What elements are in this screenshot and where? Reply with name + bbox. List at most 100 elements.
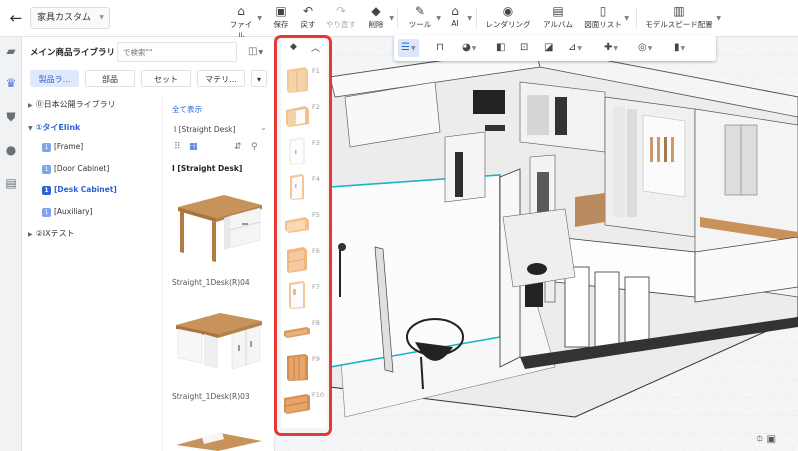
paint-roller-icon[interactable]: ⊓ [436,41,444,55]
redo-icon: ↷ [335,4,347,18]
tree-item-japan-public-library[interactable]: ▶ ⓪日本公開ライブラリ [28,99,116,110]
user-icon[interactable]: ● [3,142,19,158]
caret-icon: ▼ [467,15,472,22]
globe-icon[interactable]: ◕▼ [462,41,476,55]
back-arrow-icon[interactable]: ← [8,9,24,27]
speed-layout-icon: ▥ [673,4,685,18]
model-speed-layout-label: モデルスピード配置 [645,20,713,29]
library-search-input[interactable] [117,42,237,62]
tab-sets[interactable]: セット [141,70,191,87]
save-button[interactable]: ▣ 保存 [270,4,292,34]
list-view-icon[interactable]: ☰▼ [398,39,419,57]
tabs-more-button[interactable]: ▾ [251,70,267,87]
tool-menu-button[interactable]: ✎ ツール ▼ [406,4,441,34]
crown-icon[interactable]: ♛ [3,75,19,91]
subitem-label: [Frame] [54,142,84,151]
tree-subitem-frame[interactable]: 1 [Frame] [42,142,83,152]
tree-subitem-door-cabinet[interactable]: 1 [Door Cabinet] [42,164,109,174]
divider [636,9,637,29]
left-icon-rail: ▰ ♛ ⛊ ● ▤ [0,37,22,451]
file-menu-button[interactable]: ⌂ ファイル ▼ [227,4,262,40]
tab-product-library[interactable]: 製品ラ... [30,70,79,87]
caret-icon: ▼ [257,15,262,22]
puzzle-icon[interactable]: ✚▼ [604,41,618,55]
view-toggle-icon[interactable]: ◫▼ [248,45,264,59]
product-name[interactable]: Straight_1Desk(R)04 [172,278,250,287]
tool-label: ツール [408,20,432,29]
tree-subitem-desk-cabinet[interactable]: 1 [Desk Cabinet] [42,185,117,195]
product-thumbnail[interactable] [172,303,267,383]
ai-icon: ⌂ [451,4,459,18]
drawing-list-button[interactable]: ▯ 図面リスト ▼ [584,4,629,34]
wrench-icon: ✎ [414,4,426,18]
document-selector[interactable]: 家具カスタム ▼ [30,7,110,29]
category-filter[interactable]: Ⅰ [Straight Desk] [174,125,235,134]
model-speed-layout-button[interactable]: ▥ モデルスピード配置 ▼ [644,4,721,34]
rendering-button[interactable]: ◉ レンダリング [484,4,532,34]
view-toolbar: ☰▼ ⊓ ◕▼ ◧ ⊡ ◪ ⊿▼ ✚▼ ◎▼ ▮▼ [394,35,716,61]
subitem-label: [Desk Cabinet] [54,185,117,194]
album-icon: ▤ [552,4,564,18]
highlight-box [274,35,332,436]
show-all-link[interactable]: 全て表示 [172,104,202,115]
undo-button[interactable]: ↶ 戻す [297,4,319,34]
rendering-label: レンダリング [485,20,531,29]
tree-label: ②IXテスト [35,229,75,238]
shield-icon[interactable]: ⛊ [3,109,19,125]
sort-icon[interactable]: ⇵ [234,142,242,152]
tree-label: ①タイElink [35,123,81,132]
floorplan-3d-render [275,37,798,451]
library-title: メイン商品ライブラリ [30,48,116,58]
album-button[interactable]: ▤ アルバム [542,4,574,34]
divider [476,9,477,29]
book-icon[interactable]: ◧ [496,41,505,55]
divider [162,94,163,451]
item-badge: 1 [42,207,51,217]
album-label: アルバム [543,20,573,29]
eraser-icon: ◆ [371,4,381,18]
redo-label: やり直す [326,20,356,29]
top-toolbar: ← 家具カスタム ▼ ⌂ ファイル ▼ ▣ 保存 ↶ 戻す ↷ やり直す ◆ 削… [0,0,798,40]
tab-materials[interactable]: マテリ... [197,70,245,87]
save-icon: ▣ [275,4,287,18]
caret-icon: ▼ [716,15,721,22]
material-icon[interactable]: ◪ [544,41,553,55]
chevron-down-icon: ▼ [99,14,104,21]
cube-view-icon[interactable]: ⯐ ▣ [756,432,776,449]
product-thumbnail[interactable] [172,427,267,451]
delete-label: 削除 [368,20,384,29]
item-badge: 1 [42,164,51,174]
redo-button[interactable]: ↷ やり直す [325,4,357,34]
drawing-list-label: 図面リスト [584,20,622,29]
delete-button[interactable]: ◆ 削除 ▼ [365,4,395,34]
target-frame-icon[interactable]: ⊡ [520,41,528,55]
filter-icon[interactable]: ⚲ [251,142,258,152]
trash-icon[interactable]: ▮▼ [674,41,685,55]
grid-small-icon[interactable]: ⠿ [174,142,181,152]
grid-large-icon[interactable]: ▦ [189,142,198,152]
cabinet-icon[interactable]: ▤ [3,175,19,191]
caret-icon: ▼ [436,15,441,22]
chevron-down-icon[interactable]: ⌄ [260,123,267,132]
library-panel: メイン商品ライブラリ ◫▼ 製品ラ... 部品 セット マテリ... ▾ ▶⓪日… [22,37,275,451]
product-name[interactable]: Straight_1Desk(R)03 [172,392,250,401]
camera-icon: ◉ [502,4,514,18]
measure-icon[interactable]: ⊿▼ [568,41,582,55]
tab-parts[interactable]: 部品 [85,70,135,87]
tree-item-ix-test[interactable]: ▶ ②IXテスト [28,228,75,239]
sofa-icon[interactable]: ▰ [3,43,19,59]
caret-icon: ▼ [624,15,629,22]
caret-icon: ▼ [389,15,394,22]
ai-menu-button[interactable]: ⌂ AI ▼ [445,4,472,34]
document-name: 家具カスタム [37,13,92,23]
save-label: 保存 [273,20,289,29]
tree-item-elink[interactable]: ▼ ①タイElink [28,122,80,133]
subitem-label: [Door Cabinet] [54,164,110,173]
divider [397,9,398,29]
tree-subitem-auxiliary[interactable]: 1 [Auxiliary] [42,207,93,217]
undo-icon: ↶ [302,4,314,18]
camera-angle-icon[interactable]: ◎▼ [638,41,652,55]
3d-viewport[interactable] [275,37,798,451]
undo-label: 戻す [300,20,316,29]
product-thumbnail[interactable] [172,185,267,265]
